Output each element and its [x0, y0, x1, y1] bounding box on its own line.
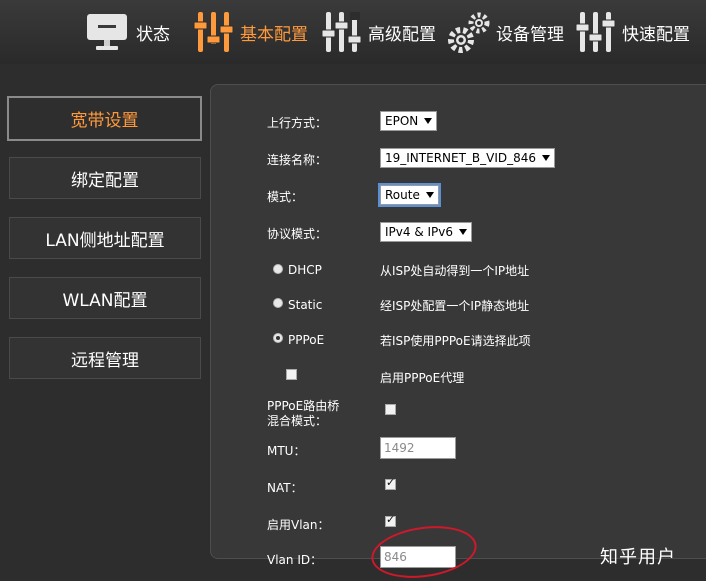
pppoe-description: 若ISP使用PPPoE请选择此项	[380, 334, 531, 348]
nav-device-management-label: 设备管理	[496, 24, 564, 45]
connection-name-label: 连接名称：	[267, 153, 328, 167]
nav-advanced-config-label: 高级配置	[368, 24, 436, 45]
gears-icon	[446, 10, 492, 54]
mode-label: 模式：	[267, 190, 304, 204]
nav-status-label: 状态	[136, 24, 170, 45]
nav-status[interactable]: 状态	[86, 10, 170, 54]
chevron-down-icon	[424, 118, 433, 124]
nav-quick-config[interactable]: 快速配置	[574, 10, 690, 54]
sidebar-item-broadband[interactable]: 宽带设置	[7, 96, 202, 141]
pppoe-proxy-label: 启用PPPoE代理	[380, 371, 465, 385]
nav-device-management[interactable]: 设备管理	[446, 10, 564, 54]
connection-name-select[interactable]: 19_INTERNET_B_VID_846	[380, 148, 556, 168]
nav-basic-config-label: 基本配置	[240, 24, 308, 45]
vlan-enable-label: 启用Vlan：	[267, 518, 330, 532]
pppoe-bridge-checkbox[interactable]	[385, 404, 396, 415]
nat-label: NAT：	[267, 481, 303, 495]
protocol-label: 协议模式：	[267, 227, 328, 241]
static-description: 经ISP处配置一个IP静态地址	[380, 299, 530, 313]
static-label: Static	[288, 298, 323, 312]
pppoe-label: PPPoE	[288, 333, 325, 347]
sidebar-item-wlan[interactable]: WLAN配置	[9, 277, 201, 319]
chevron-down-icon	[459, 229, 468, 235]
protocol-select[interactable]: IPv4 & IPv6	[380, 222, 473, 242]
quick-sliders-icon	[574, 10, 618, 54]
sliders-icon	[192, 10, 236, 54]
nav-advanced-config[interactable]: 高级配置	[320, 10, 436, 54]
nav-quick-config-label: 快速配置	[622, 24, 690, 45]
uplink-select[interactable]: EPON	[380, 111, 438, 131]
protocol-value: IPv4 & IPv6	[385, 225, 454, 239]
nav-basic-config[interactable]: 基本配置	[192, 10, 308, 54]
mode-value: Route	[385, 188, 420, 202]
pppoe-bridge-label-line2: 混合模式：	[267, 414, 328, 428]
pppoe-proxy-checkbox[interactable]	[286, 369, 297, 380]
pppoe-radio[interactable]	[273, 333, 283, 343]
dhcp-description: 从ISP处自动得到一个IP地址	[380, 264, 530, 278]
monitor-icon	[86, 12, 128, 52]
nat-checkbox[interactable]	[385, 476, 396, 490]
watermark-text: 知乎用户	[600, 547, 676, 568]
sidebar-item-lan[interactable]: LAN侧地址配置	[9, 217, 201, 259]
mode-select[interactable]: Route	[378, 183, 441, 207]
chevron-down-icon	[425, 192, 434, 198]
mtu-label: MTU：	[267, 444, 306, 458]
vlan-id-label: Vlan ID：	[267, 553, 323, 567]
sidebar-item-binding[interactable]: 绑定配置	[9, 157, 201, 199]
connection-name-value: 19_INTERNET_B_VID_846	[385, 151, 537, 165]
dhcp-radio[interactable]	[273, 264, 283, 274]
chevron-down-icon	[542, 155, 551, 161]
static-radio[interactable]	[273, 298, 283, 308]
mtu-input[interactable]	[380, 437, 456, 459]
vlan-enable-checkbox[interactable]	[385, 513, 396, 527]
top-navigation: 状态 基本配置 高级配置 设备管理 快速配置	[0, 0, 706, 64]
sidebar-item-remote[interactable]: 远程管理	[9, 337, 201, 379]
uplink-label: 上行方式：	[267, 116, 328, 130]
uplink-value: EPON	[385, 114, 419, 128]
dhcp-label: DHCP	[288, 263, 322, 277]
advanced-sliders-icon	[320, 10, 364, 54]
